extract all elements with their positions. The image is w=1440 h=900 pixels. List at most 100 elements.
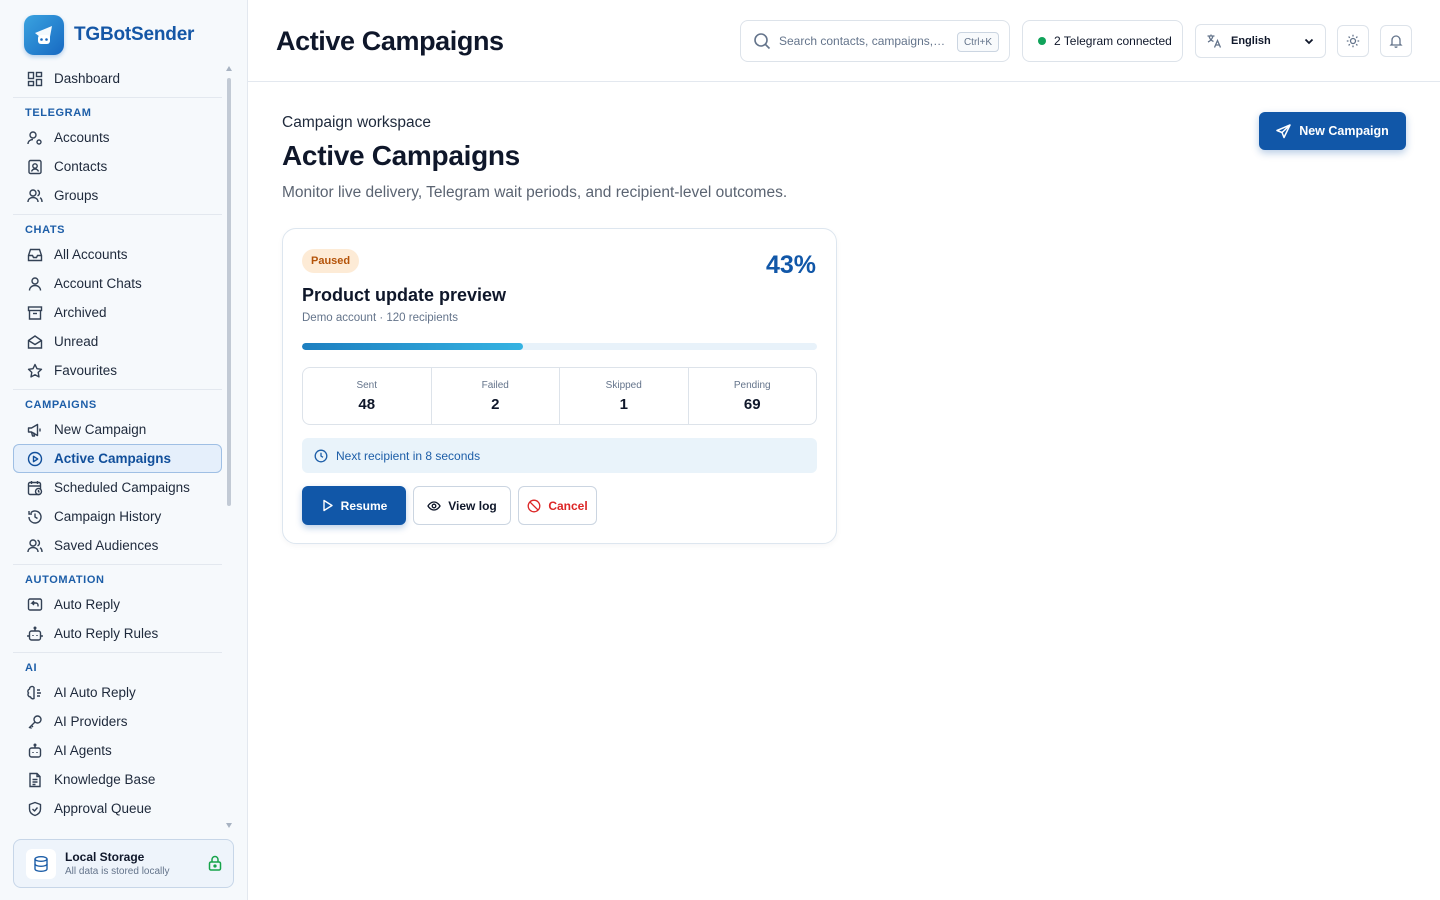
stat-value: 2 [491,395,500,413]
sidebar: TGBotSender Dashboard TELEGRAM Accounts … [0,0,248,900]
sidebar-item-account-chats[interactable]: Account Chats [13,269,222,298]
sidebar-section-telegram: TELEGRAM Accounts Contacts Groups [13,97,222,210]
sidebar-item-contacts[interactable]: Contacts [13,152,222,181]
sidebar-section-ai: AI AI Auto Reply AI Providers AI Agents … [13,652,222,823]
sidebar-scrollbar[interactable] [226,66,232,832]
stat-skipped: Skipped 1 [560,368,689,424]
connection-status-text: 2 Telegram connected [1054,34,1172,48]
sidebar-item-ai-agents[interactable]: AI Agents [13,736,222,765]
sidebar-item-active-campaigns[interactable]: Active Campaigns [13,444,222,473]
sidebar-item-scheduled-campaigns[interactable]: Scheduled Campaigns [13,473,222,502]
sidebar-item-groups[interactable]: Groups [13,181,222,210]
resume-button[interactable]: Resume [302,486,406,525]
new-campaign-button[interactable]: New Campaign [1259,112,1406,150]
sidebar-item-all-accounts[interactable]: All Accounts [13,240,222,269]
cancel-button[interactable]: Cancel [518,486,597,525]
stat-sent: Sent 48 [303,368,432,424]
stat-value: 69 [743,395,761,413]
stat-label: Skipped [605,379,642,391]
megaphone-icon [26,421,44,439]
sidebar-item-label: Auto Reply Rules [54,626,159,641]
star-icon [26,362,44,380]
sidebar-item-label: Unread [54,334,99,349]
sidebar-item-approval-queue[interactable]: Approval Queue [13,794,222,823]
sidebar-item-campaign-history[interactable]: Campaign History [13,502,222,531]
page-description: Monitor live delivery, Telegram wait per… [282,184,788,201]
stat-label: Failed [481,379,509,391]
scroll-down-arrow-icon[interactable] [226,823,232,828]
stat-value: 48 [358,395,376,413]
users-icon [26,187,44,205]
sidebar-section-campaigns: CAMPAIGNS New Campaign Active Campaigns … [13,389,222,560]
next-recipient-text: Next recipient in 8 seconds [336,448,481,463]
database-icon [26,848,56,879]
search-shortcut: Ctrl+K [956,32,999,52]
sidebar-item-ai-providers[interactable]: AI Providers [13,707,222,736]
translate-icon [1206,33,1222,49]
key-icon [26,713,44,731]
sidebar-item-saved-audiences[interactable]: Saved Audiences [13,531,222,560]
mail-icon [26,333,44,351]
clock-icon [314,449,336,463]
sidebar-item-label: Archived [54,305,107,320]
bot-icon [26,742,44,760]
sidebar-item-knowledge-base[interactable]: Knowledge Base [13,765,222,794]
page-eyebrow: Campaign workspace [282,114,432,131]
notifications-button[interactable] [1380,25,1412,57]
contact-book-icon [26,158,44,176]
section-title: CAMPAIGNS [25,398,97,411]
sidebar-item-archived[interactable]: Archived [13,298,222,327]
sidebar-item-auto-reply-rules[interactable]: Auto Reply Rules [13,619,222,648]
storage-title: Local Storage [65,850,145,864]
progress-bar-fill [302,343,524,350]
bell-icon [1389,34,1403,48]
campaign-name: Product update preview [302,285,507,305]
status-dot [1038,37,1046,45]
language-select[interactable]: English [1195,24,1326,58]
progress-bar [302,343,817,350]
sidebar-nav: Dashboard TELEGRAM Accounts Contacts Gro… [13,64,222,832]
scroll-up-arrow-icon[interactable] [226,66,232,71]
calendar-clock-icon [26,479,44,497]
scrollbar-thumb[interactable] [227,78,231,506]
sidebar-item-label: Contacts [54,159,108,174]
brand[interactable]: TGBotSender [24,14,194,56]
sidebar-item-label: Campaign History [54,509,162,524]
sidebar-item-label: Accounts [54,130,110,145]
search-input[interactable]: Search contacts, campaigns, t... Ctrl+K [740,20,1010,62]
next-recipient-notice: Next recipient in 8 seconds [302,438,817,473]
connection-status[interactable]: 2 Telegram connected [1022,20,1183,62]
sidebar-section-chats: CHATS All Accounts Account Chats Archive… [13,214,222,385]
sidebar-item-ai-auto-reply[interactable]: AI Auto Reply [13,678,222,707]
sidebar-item-label: New Campaign [54,422,147,437]
sidebar-item-accounts[interactable]: Accounts [13,123,222,152]
sidebar-item-label: Saved Audiences [54,538,159,553]
sidebar-item-label: Approval Queue [54,801,152,816]
sidebar-item-label: AI Auto Reply [54,685,136,700]
stat-failed: Failed 2 [432,368,560,424]
sidebar-item-new-campaign[interactable]: New Campaign [13,415,222,444]
sidebar-item-unread[interactable]: Unread [13,327,222,356]
user-cog-icon [26,129,44,147]
campaign-meta: Demo account · 120 recipients [302,312,458,324]
view-log-button[interactable]: View log [413,486,511,525]
status-badge: Paused [302,249,360,273]
progress-percent: 43% [765,251,816,279]
sidebar-item-label: Dashboard [54,71,121,86]
theme-toggle-button[interactable] [1337,25,1369,57]
play-icon [321,499,341,512]
dashboard-icon [26,70,44,88]
bot-icon [26,625,44,643]
search-icon [753,32,771,50]
stat-pending: Pending 69 [689,368,817,424]
stat-label: Pending [733,379,771,391]
inbox-icon [26,246,44,264]
sidebar-item-label: AI Agents [54,743,112,758]
send-icon [1276,123,1299,139]
sidebar-item-auto-reply[interactable]: Auto Reply [13,590,222,619]
campaign-card: Paused 43% Product update preview Demo a… [282,228,837,544]
eye-icon [427,499,448,513]
sidebar-item-dashboard[interactable]: Dashboard [13,64,222,93]
sidebar-item-favourites[interactable]: Favourites [13,356,222,385]
document-icon [26,771,44,789]
